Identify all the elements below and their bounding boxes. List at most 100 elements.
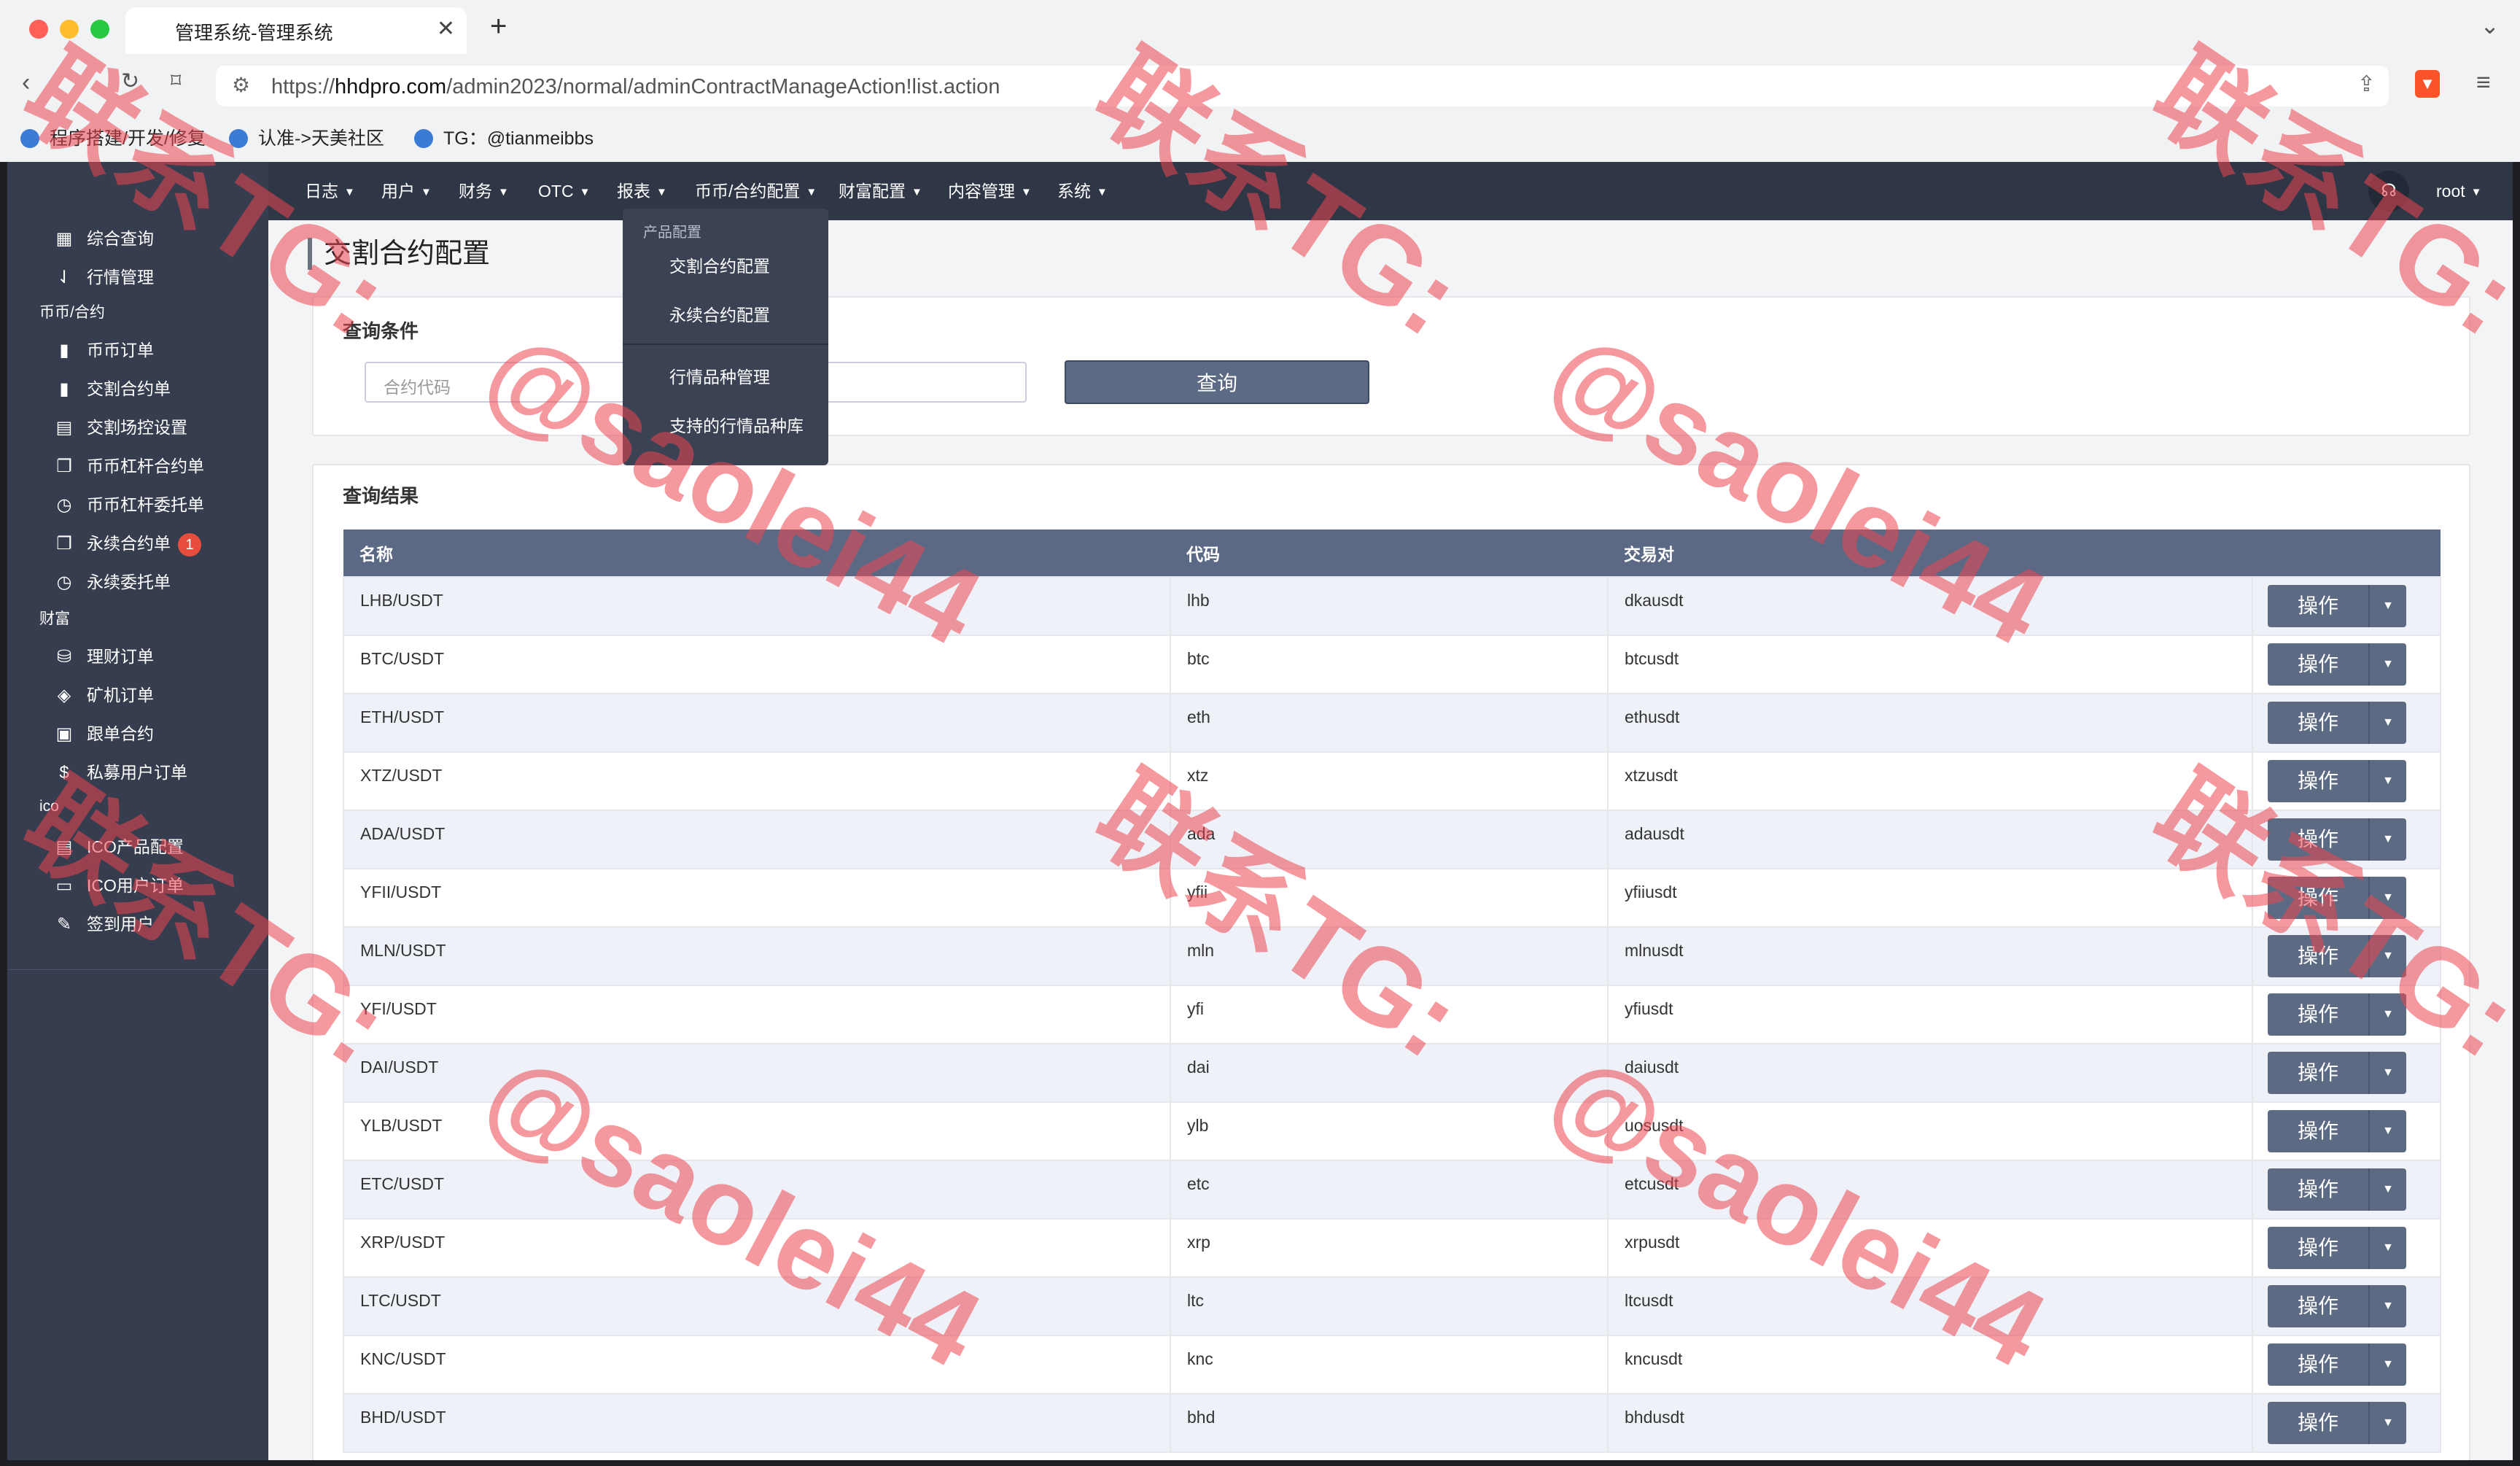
caret-down-icon[interactable]: ▼ — [2368, 1110, 2406, 1152]
table-row: LTC/USDT ltc ltcusdt 操作 ▼ — [343, 1276, 2441, 1336]
operate-button[interactable]: 操作 — [2268, 935, 2368, 977]
sidebar-item-copy-trading[interactable]: ▣ 跟单合约 — [55, 715, 154, 752]
nav-otc[interactable]: OTC ▼ — [538, 162, 590, 220]
caret-down-icon[interactable]: ▼ — [2368, 1343, 2406, 1386]
operate-button[interactable]: 操作 — [2268, 585, 2368, 627]
cell-name: XRP/USDT — [343, 1218, 1171, 1278]
sidebar-item-ico-orders[interactable]: ▭ ICO用户订单 — [55, 867, 184, 904]
sidebar-item-label: ICO产品配置 — [87, 837, 184, 856]
tab-list-chevron-icon[interactable]: ⌄ — [2480, 12, 2500, 39]
caret-down-icon[interactable]: ▼ — [2368, 1227, 2406, 1269]
menu-item-market-library[interactable]: 支持的行情品种库 — [669, 412, 804, 437]
operate-button[interactable]: 操作 — [2268, 702, 2368, 744]
sidebar-item-delivery-orders[interactable]: ▮ 交割合约单 — [55, 371, 171, 407]
nav-label: 报表 — [617, 182, 650, 201]
bookmark-link-3[interactable]: TG：@tianmeibbs — [414, 124, 594, 150]
caret-down-icon[interactable]: ▼ — [2368, 1402, 2406, 1444]
cell-actions: 操作 ▼ — [2252, 1101, 2441, 1161]
caret-down-icon[interactable]: ▼ — [2368, 1168, 2406, 1211]
brave-shield-icon[interactable]: ▼ — [2415, 70, 2440, 98]
table-row: ETC/USDT etc etcusdt 操作 ▼ — [343, 1160, 2441, 1219]
nav-finance[interactable]: 财务 ▼ — [459, 162, 509, 220]
address-bar[interactable]: ⚙ https://hhdpro.com/admin2023/normal/ad… — [216, 66, 2389, 106]
table-row: DAI/USDT dai daiusdt 操作 ▼ — [343, 1043, 2441, 1103]
table-row: ETH/USDT eth ethusdt 操作 ▼ — [343, 693, 2441, 753]
sidebar-item-miner-orders[interactable]: ◈ 矿机订单 — [55, 677, 154, 713]
operate-button[interactable]: 操作 — [2268, 1285, 2368, 1327]
site-settings-icon[interactable]: ⚙ — [232, 73, 250, 97]
contract-code-input[interactable]: 合约代码 — [365, 362, 649, 403]
cell-pair: yfiiusdt — [1607, 868, 2253, 928]
bookmark-icon[interactable]: ⌑ — [171, 69, 181, 93]
back-icon[interactable]: ‹ — [22, 69, 30, 97]
sidebar-item-ico-config[interactable]: ▤ ICO产品配置 — [55, 829, 184, 865]
sidebar-item-perpetual-entrust[interactable]: ◷ 永续委托单 — [55, 564, 171, 600]
menu-item-perpetual-config[interactable]: 永续合约配置 — [669, 301, 770, 326]
reload-icon[interactable]: ↻ — [121, 69, 139, 94]
menu-icon[interactable]: ≡ — [2476, 69, 2491, 97]
maximize-window-button[interactable] — [90, 20, 109, 39]
operate-button[interactable]: 操作 — [2268, 1402, 2368, 1444]
nav-log[interactable]: 日志 ▼ — [305, 162, 355, 220]
operate-button[interactable]: 操作 — [2268, 643, 2368, 686]
operate-button[interactable]: 操作 — [2268, 993, 2368, 1036]
caret-down-icon[interactable]: ▼ — [2368, 702, 2406, 744]
nav-label: 系统 — [1057, 182, 1091, 201]
close-window-button[interactable] — [29, 20, 48, 39]
sidebar-item-private-orders[interactable]: $ 私募用户订单 — [55, 754, 187, 791]
minimize-window-button[interactable] — [60, 20, 79, 39]
sidebar-item-overview[interactable]: ▦ 综合查询 — [55, 220, 154, 257]
caret-down-icon[interactable]: ▼ — [2368, 935, 2406, 977]
cell-name: BTC/USDT — [343, 635, 1171, 694]
sidebar-item-label: 行情管理 — [87, 268, 154, 287]
caret-down-icon[interactable]: ▼ — [2368, 877, 2406, 919]
operate-button[interactable]: 操作 — [2268, 1168, 2368, 1211]
caret-down-icon[interactable]: ▼ — [2368, 1052, 2406, 1094]
sidebar-item-spot-orders[interactable]: ▮ 币币订单 — [55, 332, 154, 368]
bookmark-link-2[interactable]: 认准->天美社区 — [229, 124, 384, 150]
caret-down-icon[interactable]: ▼ — [2368, 643, 2406, 686]
copy-icon: ❐ — [56, 457, 72, 476]
bookmark-link-1[interactable]: 程序搭建/开发/修复 — [20, 124, 206, 150]
operate-button[interactable]: 操作 — [2268, 877, 2368, 919]
cell-code: xtz — [1170, 751, 1609, 811]
sidebar-item-margin-entrust[interactable]: ◷ 币币杠杆委托单 — [55, 486, 204, 523]
caret-down-icon[interactable]: ▼ — [2368, 760, 2406, 802]
query-button[interactable]: 查询 — [1065, 360, 1369, 404]
sidebar-item-checkin-users[interactable]: ✎ 签到用户 — [55, 906, 154, 942]
browser-tab[interactable]: 管理系统-管理系统 ✕ — [125, 7, 467, 54]
share-icon[interactable]: ⇪ — [2357, 71, 2376, 97]
nav-system[interactable]: 系统 ▼ — [1057, 162, 1108, 220]
caret-down-icon[interactable]: ▼ — [2368, 1285, 2406, 1327]
new-tab-button[interactable]: + — [490, 10, 507, 43]
operate-button[interactable]: 操作 — [2268, 760, 2368, 802]
user-menu[interactable]: root ▼ — [2436, 162, 2482, 222]
sidebar-item-market[interactable]: ⇃ 行情管理 — [55, 259, 154, 295]
operate-button[interactable]: 操作 — [2268, 1052, 2368, 1094]
cell-actions: 操作 ▼ — [2252, 693, 2441, 753]
caret-down-icon[interactable]: ▼ — [2368, 818, 2406, 861]
caret-down-icon[interactable]: ▼ — [2368, 585, 2406, 627]
nav-content[interactable]: 内容管理 ▼ — [948, 162, 1032, 220]
caret-down-icon[interactable]: ▼ — [2368, 993, 2406, 1036]
cell-name: BHD/USDT — [343, 1393, 1171, 1453]
nav-user[interactable]: 用户 ▼ — [381, 162, 432, 220]
cell-code: ltc — [1170, 1276, 1609, 1336]
operate-button[interactable]: 操作 — [2268, 1343, 2368, 1386]
cell-code: mln — [1170, 926, 1609, 986]
nav-wealth-config[interactable]: 财富配置 ▼ — [839, 162, 922, 220]
operate-button[interactable]: 操作 — [2268, 1110, 2368, 1152]
close-tab-icon[interactable]: ✕ — [437, 16, 455, 42]
sidebar-item-perpetual-orders[interactable]: ❐ 永续合约单 1 — [55, 525, 201, 562]
operate-button[interactable]: 操作 — [2268, 1227, 2368, 1269]
sidebar-item-delivery-control[interactable]: ▤ 交割场控设置 — [55, 409, 187, 446]
sidebar-item-margin-orders[interactable]: ❐ 币币杠杆合约单 — [55, 448, 204, 484]
notification-badge: 1 — [178, 533, 201, 556]
column-header-actions — [2252, 530, 2441, 577]
bookmark-icon: ▮ — [59, 379, 69, 399]
headset-icon[interactable]: ☊ — [2368, 171, 2409, 212]
menu-item-market-types[interactable]: 行情品种管理 — [669, 363, 770, 388]
operate-button[interactable]: 操作 — [2268, 818, 2368, 861]
menu-item-delivery-config[interactable]: 交割合约配置 — [669, 252, 770, 277]
sidebar-item-finance-orders[interactable]: ⛁ 理财订单 — [55, 638, 154, 675]
